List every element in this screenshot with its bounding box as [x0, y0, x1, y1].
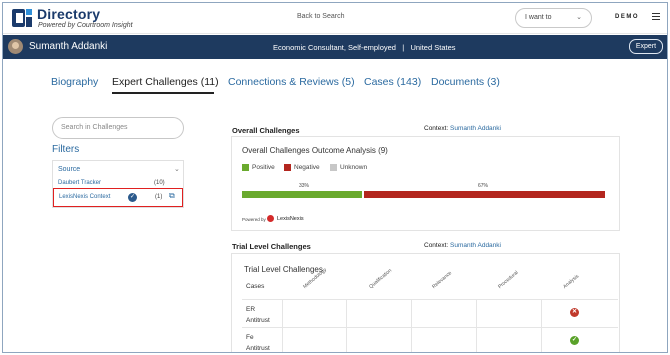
top-bar: Directory Powered by Courtroom Insight B…: [3, 3, 667, 34]
column-header-qualification: Qualification: [368, 267, 394, 290]
i-want-to-dropdown[interactable]: I want to ⌄: [515, 8, 592, 28]
menu-icon[interactable]: [652, 13, 660, 22]
table-row-case[interactable]: ER Antitrust: [246, 304, 278, 326]
challenges-search-input[interactable]: Search in Challenges: [52, 117, 184, 139]
overall-context: Context: Sumanth Addanki: [424, 125, 501, 132]
trial-level-heading: Trial Level Challenges: [232, 242, 311, 251]
expert-name: Sumanth Addanki: [29, 41, 108, 52]
filter-item-label: Daubert Tracker: [58, 180, 102, 186]
bar-label-negative: 67%: [478, 183, 489, 189]
lexisnexis-wordmark: LexisNexis: [277, 216, 304, 222]
back-to-search-link[interactable]: Back to Search: [297, 13, 344, 20]
bar-segment-positive[interactable]: [242, 191, 362, 198]
expert-info: Economic Consultant, Self-employed | Uni…: [273, 43, 456, 52]
context-expert-link[interactable]: Sumanth Addanki: [450, 242, 501, 249]
bar-segment-negative[interactable]: [364, 191, 605, 198]
legend-swatch-unknown: [330, 164, 337, 171]
app-window: Directory Powered by Courtroom Insight B…: [2, 2, 668, 353]
source-filter-header[interactable]: Source: [58, 166, 80, 173]
table-divider: [476, 299, 477, 352]
legend-swatch-negative: [284, 164, 291, 171]
column-header-analysis: Analysis: [562, 273, 581, 290]
expert-badge-button[interactable]: Expert: [629, 39, 663, 54]
directory-logo-icon[interactable]: [11, 7, 33, 29]
column-header-cases: Cases: [246, 283, 265, 290]
overall-challenges-heading: Overall Challenges: [232, 126, 300, 135]
table-divider: [242, 327, 618, 328]
negative-outcome-icon: ✕: [570, 308, 579, 317]
expert-location: United States: [410, 43, 456, 52]
avatar: [8, 39, 23, 54]
trial-level-title: Trial Level Challenges: [244, 265, 323, 274]
table-divider: [242, 299, 618, 300]
column-header-procedural: Procedural: [497, 269, 520, 290]
filter-item-count: (1): [155, 194, 163, 200]
table-divider: [541, 299, 542, 352]
table-row-case[interactable]: Fe Antitrust: [246, 332, 278, 352]
demo-badge: DEMO: [615, 14, 639, 20]
legend-negative: Negative: [294, 164, 320, 171]
bar-label-positive: 33%: [299, 183, 310, 189]
trial-level-card: Trial Level Challenges Cases Methodology…: [231, 253, 620, 352]
tab-expert-challenges[interactable]: Expert Challenges (11): [112, 76, 219, 88]
check-icon[interactable]: ✓: [128, 193, 137, 202]
lexisnexis-logo-icon: [267, 215, 274, 222]
filter-item-label[interactable]: LexisNexis Context: [59, 194, 110, 200]
table-divider: [411, 299, 412, 352]
profile-tabs: Biography Expert Challenges (11) Connect…: [3, 76, 667, 96]
context-label: Context:: [424, 125, 449, 132]
context-label: Context:: [424, 242, 449, 249]
tab-connections-reviews[interactable]: Connections & Reviews (5): [228, 76, 355, 88]
i-want-to-label: I want to: [525, 14, 552, 21]
column-header-relevance: Relevance: [431, 270, 454, 290]
outcome-analysis-card: Overall Challenges Outcome Analysis (9) …: [231, 136, 620, 231]
trial-context: Context: Sumanth Addanki: [424, 242, 501, 249]
filter-item-count: (10): [154, 180, 165, 186]
chevron-down-icon: ⌄: [576, 14, 582, 21]
app-title: Directory: [37, 6, 101, 22]
chevron-down-icon[interactable]: ⌄: [174, 165, 180, 173]
table-divider: [346, 299, 347, 352]
active-tab-indicator: [112, 92, 214, 94]
legend-swatch-positive: [242, 164, 249, 171]
filters-title: Filters: [52, 144, 80, 155]
outcome-analysis-title: Overall Challenges Outcome Analysis (9): [242, 146, 388, 155]
expert-header: Sumanth Addanki Economic Consultant, Sel…: [3, 35, 667, 59]
powered-by-label: Powered by: [242, 217, 266, 222]
tab-documents[interactable]: Documents (3): [431, 76, 500, 88]
tab-biography[interactable]: Biography: [51, 76, 98, 88]
expert-separator: |: [402, 43, 405, 52]
tab-cases[interactable]: Cases (143): [364, 76, 421, 88]
positive-outcome-icon: ✓: [570, 336, 579, 345]
context-expert-link[interactable]: Sumanth Addanki: [450, 125, 501, 132]
app-subtitle: Powered by Courtroom Insight: [38, 22, 133, 29]
external-link-icon[interactable]: ⧉: [169, 191, 175, 201]
legend-positive: Positive: [252, 164, 275, 171]
expert-title: Economic Consultant, Self-employed: [273, 43, 396, 52]
table-divider: [282, 299, 283, 352]
legend-unknown: Unknown: [340, 164, 368, 171]
